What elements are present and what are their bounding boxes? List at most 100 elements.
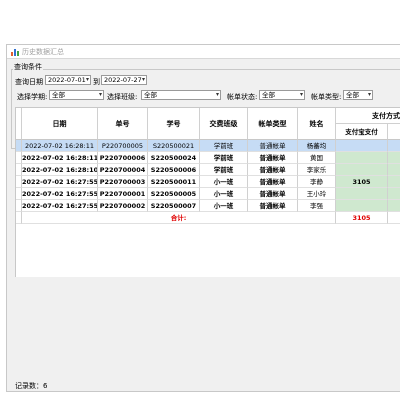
col-header-name[interactable]: 姓名 xyxy=(298,108,336,140)
col-header-wechat[interactable]: 微信 xyxy=(388,124,400,140)
cell-order-no: P220700004 xyxy=(98,164,148,176)
cell-order-no: P220700003 xyxy=(98,176,148,188)
cell-class: 小一班 xyxy=(200,176,248,188)
date-to-picker[interactable]: 2022-07-27 ▾ xyxy=(101,75,147,85)
cell-order-no: P220700006 xyxy=(98,152,148,164)
cell-wechat xyxy=(388,164,400,176)
total-wechat: 32 xyxy=(388,212,400,224)
cell-order-no: P220700005 xyxy=(98,140,148,152)
bill-status-value: 全部 xyxy=(262,91,275,99)
status-bar: 记录数：6 xyxy=(15,381,47,391)
term-value: 全部 xyxy=(52,91,65,99)
chevron-down-icon: ▾ xyxy=(98,91,102,98)
table-row[interactable]: 2022-07-02 16:27:55 P220700003 S22050001… xyxy=(16,176,400,188)
cell-date: 2022-07-02 16:27:55 xyxy=(22,200,98,212)
chevron-down-icon: ▾ xyxy=(141,76,145,83)
window-title: 历史数据汇总 xyxy=(22,48,64,56)
chevron-down-icon: ▾ xyxy=(85,76,89,83)
cell-date: 2022-07-02 16:27:55 xyxy=(22,188,98,200)
cell-date: 2022-07-02 16:28:11 xyxy=(22,152,98,164)
cell-wechat xyxy=(388,152,400,164)
class-select[interactable]: 全部 ▾ xyxy=(141,90,221,100)
cell-wechat xyxy=(388,140,400,152)
cell-class: 学前班 xyxy=(200,140,248,152)
cell-alipay xyxy=(336,152,388,164)
cell-name: 王小玲 xyxy=(298,188,336,200)
cell-class: 小一班 xyxy=(200,200,248,212)
cell-date: 2022-07-02 16:28:10 xyxy=(22,164,98,176)
history-summary-window: 历史数据汇总 查询条件 查询日期 2022-07-01 ▾ 到 2022-07-2… xyxy=(6,44,400,392)
class-value: 全部 xyxy=(144,91,157,99)
col-group-payment: 支付方式 xyxy=(336,108,400,124)
cell-alipay xyxy=(336,140,388,152)
col-header-alipay[interactable]: 支付宝支付 xyxy=(336,124,388,140)
cell-name: 李强 xyxy=(298,200,336,212)
table-row[interactable]: 2022-07-02 16:27:55 P220700001 S22050000… xyxy=(16,188,400,200)
record-count-value: 6 xyxy=(43,382,48,390)
total-label: 合计: xyxy=(170,214,187,222)
title-bar: 历史数据汇总 xyxy=(7,45,400,59)
cell-student-no: S220500011 xyxy=(148,176,200,188)
cell-name: 李静 xyxy=(298,176,336,188)
cell-bill-type: 普通帐单 xyxy=(248,140,298,152)
cell-alipay xyxy=(336,188,388,200)
term-select[interactable]: 全部 ▾ xyxy=(49,90,104,100)
bill-type-label: 帐单类型: xyxy=(311,93,342,101)
cell-student-no: S220500007 xyxy=(148,200,200,212)
class-label: 选择班级: xyxy=(107,93,138,101)
cell-wechat xyxy=(388,200,400,212)
col-header-bill-type[interactable]: 帐单类型 xyxy=(248,108,298,140)
total-alipay: 3105 xyxy=(336,212,388,224)
cell-class: 学前班 xyxy=(200,164,248,176)
cell-name: 李家乐 xyxy=(298,164,336,176)
date-from-value: 2022-07-01 xyxy=(48,76,86,84)
table-row[interactable]: 2022-07-02 16:28:10 P220700004 S22050000… xyxy=(16,164,400,176)
cell-alipay xyxy=(336,200,388,212)
table-row[interactable]: 2022-07-02 16:28:11 P220700006 S22050002… xyxy=(16,152,400,164)
table-row[interactable]: 2022-07-02 16:27:55 P220700002 S22050000… xyxy=(16,200,400,212)
date-label: 查询日期 xyxy=(15,78,43,86)
col-header-date[interactable]: 日期 xyxy=(22,108,98,140)
chevron-down-icon: ▾ xyxy=(299,91,303,98)
cell-order-no: P220700001 xyxy=(98,188,148,200)
cell-bill-type: 普通帐单 xyxy=(248,152,298,164)
date-from-picker[interactable]: 2022-07-01 ▾ xyxy=(45,75,91,85)
term-label: 选择学期: xyxy=(17,93,48,101)
chevron-down-icon: ▾ xyxy=(215,91,219,98)
cell-name: 黄国 xyxy=(298,152,336,164)
bill-status-select[interactable]: 全部 ▾ xyxy=(259,90,305,100)
cell-date: 2022-07-02 16:27:55 xyxy=(22,176,98,188)
total-label-cell: 合计: xyxy=(22,212,336,224)
date-to-value: 2022-07-27 xyxy=(104,76,142,84)
chevron-down-icon: ▾ xyxy=(367,91,371,98)
cell-student-no: S220500005 xyxy=(148,188,200,200)
cell-class: 小一班 xyxy=(200,188,248,200)
group-title: 查询条件 xyxy=(13,62,43,72)
bill-status-label: 帐单状态: xyxy=(227,93,258,101)
cell-bill-type: 普通帐单 xyxy=(248,164,298,176)
app-icon xyxy=(11,49,19,56)
record-count-label: 记录数： xyxy=(15,382,43,390)
cell-student-no: S220500024 xyxy=(148,152,200,164)
cell-class: 学前班 xyxy=(200,152,248,164)
cell-bill-type: 普通帐单 xyxy=(248,188,298,200)
col-header-student-no[interactable]: 学号 xyxy=(148,108,200,140)
cell-bill-type: 普通帐单 xyxy=(248,200,298,212)
cell-wechat xyxy=(388,176,400,188)
cell-alipay xyxy=(336,164,388,176)
data-grid[interactable]: 日期 单号 学号 交费班级 帐单类型 姓名 支付方式 支付宝支付 微信 2022… xyxy=(15,107,400,277)
cell-wechat: 32 xyxy=(388,188,400,200)
bill-type-select[interactable]: 全部 ▾ xyxy=(343,90,373,100)
to-label: 到 xyxy=(93,78,100,86)
cell-order-no: P220700002 xyxy=(98,200,148,212)
cell-date: 2022-07-02 16:28:11 xyxy=(22,140,98,152)
cell-student-no: S220500006 xyxy=(148,164,200,176)
cell-student-no: S220500021 xyxy=(148,140,200,152)
col-header-class[interactable]: 交费班级 xyxy=(200,108,248,140)
cell-alipay: 3105 xyxy=(336,176,388,188)
bill-type-value: 全部 xyxy=(346,91,359,99)
total-row: 合计: 3105 32 xyxy=(16,212,400,224)
cell-bill-type: 普通帐单 xyxy=(248,176,298,188)
col-header-order-no[interactable]: 单号 xyxy=(98,108,148,140)
table-row[interactable]: 2022-07-02 16:28:11 P220700005 S22050002… xyxy=(16,140,400,152)
